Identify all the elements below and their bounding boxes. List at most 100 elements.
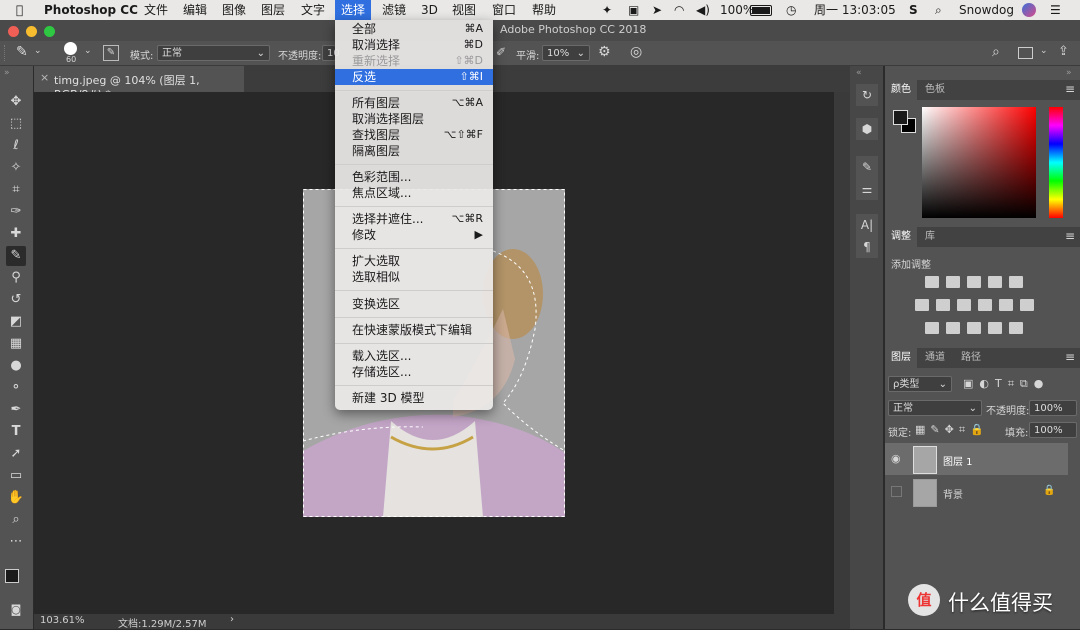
lasso-tool-icon[interactable]: ℓ <box>6 136 26 156</box>
visibility-toggle[interactable] <box>891 486 902 497</box>
hue-saturation-icon[interactable] <box>915 299 929 311</box>
menu-item-save-selection[interactable]: 存储选区... <box>335 364 493 380</box>
paragraph-panel-icon[interactable]: ¶ <box>856 236 878 258</box>
spotlight-icon[interactable]: ⌕ <box>929 0 948 20</box>
fill-field[interactable]: 100% <box>1029 422 1077 438</box>
history-brush-tool-icon[interactable]: ↺ <box>6 290 26 310</box>
dodge-tool-icon[interactable]: ⚬ <box>6 378 26 398</box>
layer-kind-filter[interactable]: ρ类型 ⌄ <box>888 376 952 392</box>
chevron-down-icon[interactable]: ⌄ <box>34 46 42 56</box>
pen-tool-icon[interactable]: ✒ <box>6 400 26 420</box>
menu-item-select-and-mask[interactable]: 选择并遮住... ⌥⌘R <box>335 211 493 227</box>
history-panel-icon[interactable]: ↻ <box>856 84 878 106</box>
foreground-color-swatch[interactable] <box>893 110 908 125</box>
menu-app-name[interactable]: Photoshop CC <box>38 0 144 20</box>
brush-preset-picker[interactable] <box>64 42 77 55</box>
character-panel-icon[interactable]: A| <box>856 214 878 236</box>
photo-filter-icon[interactable] <box>978 299 992 311</box>
type-tool-icon[interactable]: T <box>6 422 26 442</box>
black-white-icon[interactable] <box>957 299 971 311</box>
quick-select-tool-icon[interactable]: ✧ <box>6 158 26 178</box>
notification-center-icon[interactable]: ☰ <box>1044 0 1067 20</box>
collapse-icon[interactable]: « <box>856 68 862 78</box>
vibrance-icon[interactable] <box>1009 276 1023 288</box>
chevron-down-icon[interactable]: ⌄ <box>1040 46 1048 56</box>
menu-item-transform-selection[interactable]: 变换选区 <box>335 296 493 312</box>
shape-tool-icon[interactable]: ▭ <box>6 466 26 486</box>
exposure-icon[interactable] <box>988 276 1002 288</box>
zoom-level[interactable]: 103.61% <box>40 615 85 626</box>
visibility-eye-icon[interactable]: ◉ <box>891 452 901 465</box>
document-size[interactable]: 文档:1.29M/2.57M <box>118 615 207 630</box>
blur-tool-icon[interactable]: ● <box>6 356 26 376</box>
menu-item-color-range[interactable]: 色彩范围... <box>335 169 493 185</box>
tab-adjustments[interactable]: 调整 <box>885 227 917 247</box>
menu-item-inverse[interactable]: 反选 ⇧⌘I <box>335 69 493 85</box>
curves-icon[interactable] <box>967 276 981 288</box>
menu-image[interactable]: 图像 <box>216 0 252 20</box>
tab-channels[interactable]: 通道 <box>919 348 951 368</box>
brush-tool-icon[interactable]: ✎ <box>16 44 28 60</box>
menu-item-new-3d-model[interactable]: 新建 3D 模型 <box>335 390 493 406</box>
menu-item-deselect[interactable]: 取消选择 ⌘D <box>335 37 493 53</box>
tab-swatches[interactable]: 色板 <box>919 80 951 100</box>
wifi-icon[interactable]: ◠ <box>668 0 690 20</box>
minimize-window-button[interactable] <box>26 26 37 37</box>
close-tab-icon[interactable]: × <box>40 71 49 84</box>
vertical-scrollbar[interactable] <box>834 92 850 614</box>
message-icon[interactable]: ▣ <box>622 0 645 20</box>
layer-row-layer-1[interactable]: ◉ 图层 1 <box>885 443 1068 475</box>
panel-menu-icon[interactable]: ≡ <box>1065 350 1075 364</box>
menu-layer[interactable]: 图层 <box>255 0 291 20</box>
menu-3d[interactable]: 3D <box>415 0 444 20</box>
collapse-icon[interactable]: » <box>1066 68 1072 78</box>
menu-item-similar[interactable]: 选取相似 <box>335 269 493 285</box>
menu-file[interactable]: 文件 <box>138 0 174 20</box>
channel-mixer-icon[interactable] <box>999 299 1013 311</box>
tab-layers[interactable]: 图层 <box>885 348 917 368</box>
menu-item-deselect-layers[interactable]: 取消选择图层 <box>335 111 493 127</box>
share-icon[interactable]: ⇪ <box>1058 44 1069 59</box>
invert-icon[interactable] <box>925 322 939 334</box>
mode-select[interactable]: 正常 ⌄ <box>157 45 270 61</box>
menu-item-grow[interactable]: 扩大选取 <box>335 253 493 269</box>
stamp-tool-icon[interactable]: ⚲ <box>6 268 26 288</box>
panel-menu-icon[interactable]: ≡ <box>1065 82 1075 96</box>
menu-item-load-selection[interactable]: 载入选区... <box>335 348 493 364</box>
chevron-down-icon[interactable]: ⌄ <box>84 46 92 56</box>
apple-icon[interactable]:  <box>10 0 29 20</box>
menu-item-all-layers[interactable]: 所有图层 ⌥⌘A <box>335 95 493 111</box>
tab-libraries[interactable]: 库 <box>919 227 941 247</box>
status-icon[interactable]: ✦ <box>596 0 618 20</box>
3d-panel-icon[interactable]: ⬢ <box>856 118 878 140</box>
eraser-tool-icon[interactable]: ◩ <box>6 312 26 332</box>
hand-tool-icon[interactable]: ✋ <box>6 488 26 508</box>
gradient-map-icon[interactable] <box>1009 322 1023 334</box>
close-window-button[interactable] <box>8 26 19 37</box>
brush-panel-icon[interactable]: ✎ <box>856 156 878 178</box>
clock[interactable]: 周一 13:03:05 <box>808 0 902 20</box>
posterize-icon[interactable] <box>946 322 960 334</box>
crop-tool-icon[interactable]: ⌗ <box>6 180 26 200</box>
brush-tool-icon[interactable]: ✎ <box>6 246 26 266</box>
brush-panel-icon[interactable]: ✎ <box>103 45 119 61</box>
layer-filter-icons[interactable]: ▣◐T⌗⧉● <box>963 377 1049 391</box>
document-tab[interactable]: × timg.jpeg @ 104% (图层 1, RGB/8#) * <box>34 66 244 101</box>
layer-row-background[interactable]: 背景 🔒 <box>885 476 1068 508</box>
search-icon[interactable]: ⌕ <box>992 44 1000 60</box>
menu-item-quick-mask[interactable]: 在快速蒙版模式下编辑 <box>335 322 493 338</box>
app-s-icon[interactable]: S <box>903 0 924 20</box>
selective-color-icon[interactable] <box>988 322 1002 334</box>
gradient-tool-icon[interactable]: ▦ <box>6 334 26 354</box>
color-lookup-icon[interactable] <box>1020 299 1034 311</box>
menu-select[interactable]: 选择 <box>335 0 372 20</box>
hue-slider[interactable] <box>1049 107 1063 218</box>
user-name[interactable]: Snowdog <box>953 0 1020 20</box>
adjustment-icons-row-2[interactable] <box>915 299 1041 314</box>
layer-opacity-field[interactable]: 100% <box>1029 400 1077 416</box>
user-avatar[interactable] <box>1022 3 1036 17</box>
quick-mask-icon[interactable]: ◙ <box>6 600 26 620</box>
color-balance-icon[interactable] <box>936 299 950 311</box>
collapse-icon[interactable]: » <box>4 68 10 78</box>
levels-icon[interactable] <box>946 276 960 288</box>
